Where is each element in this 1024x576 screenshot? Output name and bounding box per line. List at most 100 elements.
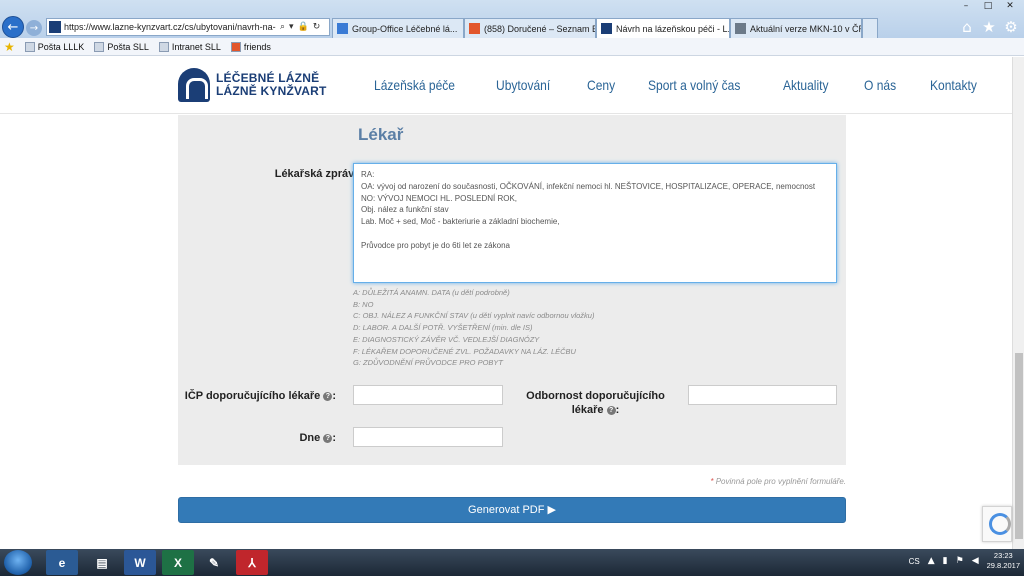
- taskbar-paint-icon[interactable]: ✎: [198, 550, 230, 575]
- lock-icon[interactable]: 🔒: [298, 22, 309, 32]
- specialty-label: Odbornost doporučujícího lékaře ?:: [520, 390, 671, 416]
- hint-line: B: NO: [353, 299, 374, 309]
- tab-mkn-10[interactable]: Aktuální verze MKN-10 v ČR | ...: [730, 18, 862, 38]
- icp-input[interactable]: [353, 385, 503, 405]
- clock-time: 23:23: [993, 551, 1013, 560]
- nav-ceny[interactable]: Ceny: [587, 77, 615, 93]
- hint-line: D: LABOR. A DALŠÍ POTŘ. VYŠETŘENÍ (min. …: [353, 323, 533, 333]
- tab-group-office[interactable]: Group-Office Léčebné lá...: [332, 18, 464, 38]
- tab-seznam-email[interactable]: (858) Doručené – Seznam Email: [464, 18, 596, 38]
- dropdown-icon[interactable]: ▾: [289, 22, 294, 32]
- tab-title: Group-Office Léčebné lá...: [352, 23, 458, 34]
- help-icon[interactable]: ?: [606, 405, 616, 415]
- tab-favicon-icon: [469, 23, 480, 34]
- network-icon[interactable]: ▮: [943, 556, 948, 566]
- icp-label-text: IČP doporučujícího lékaře: [184, 390, 321, 402]
- favorites-star-icon[interactable]: ★: [4, 40, 15, 54]
- volume-icon[interactable]: ◀: [972, 556, 979, 566]
- nav-sport[interactable]: Sport a volný čas: [648, 77, 740, 93]
- label-colon: :: [615, 404, 620, 416]
- system-tray: CS ▲ ▮ ⚑ ◀ 23:23 29.8.2017: [909, 551, 1020, 571]
- taskbar-word-icon[interactable]: W: [124, 550, 156, 575]
- date-input[interactable]: [353, 427, 503, 447]
- forward-button[interactable]: →: [26, 20, 42, 36]
- site-favicon-icon: [49, 21, 61, 33]
- taskbar-ie-icon[interactable]: e: [46, 550, 78, 575]
- browser-titlebar: – □ ✕ ← → https://www.lazne-kynzvart.cz/…: [0, 0, 1024, 38]
- report-label: Lékařská zpráva:: [274, 168, 364, 180]
- scrollbar-thumb[interactable]: [1015, 353, 1023, 539]
- specialty-label-line-2: lékaře: [571, 404, 604, 416]
- recaptcha-badge[interactable]: [982, 506, 1012, 542]
- specialty-label-line-1: Odbornost doporučujícího: [526, 390, 665, 402]
- refresh-icon[interactable]: ↻: [313, 22, 321, 32]
- site-header: LÉČEBNÉ LÁZNĚ LÁZNĚ KYNŽVART Lázeňská pé…: [0, 57, 1012, 114]
- medical-report-textarea[interactable]: RA: OA: vývoj od narození do současnosti…: [353, 163, 837, 283]
- favorite-intranet-sll[interactable]: Intranet SLL: [158, 41, 221, 52]
- favorite-posta-sll[interactable]: Pošta SLL: [94, 41, 149, 52]
- site-logo[interactable]: LÉČEBNÉ LÁZNĚ LÁZNĚ KYNŽVART: [178, 68, 327, 102]
- icp-label: IČP doporučujícího lékaře ?:: [180, 390, 336, 402]
- flag-icon[interactable]: ⚑: [956, 556, 964, 566]
- tab-strip: Group-Office Léčebné lá... (858) Doručen…: [332, 18, 878, 38]
- clock-date: 29.8.2017: [986, 561, 1020, 570]
- start-button[interactable]: [4, 550, 32, 575]
- help-icon[interactable]: ?: [323, 391, 333, 401]
- favorite-label: Pošta LLLK: [37, 41, 85, 52]
- nav-ubytovani[interactable]: Ubytování: [496, 77, 550, 93]
- nav-lazenska-pece[interactable]: Lázeňská péče: [374, 77, 455, 93]
- maximize-button[interactable]: □: [978, 0, 998, 12]
- nav-kontakty[interactable]: Kontakty: [930, 77, 977, 93]
- favorite-posta-lllk[interactable]: Pošta LLLK: [24, 41, 85, 52]
- tab-favicon-icon: [601, 23, 612, 34]
- tab-navrh-lazenska-pece[interactable]: Návrh na lázeňskou péči - L... ✕: [596, 18, 730, 38]
- generate-pdf-button[interactable]: Generovat PDF ▶: [178, 497, 846, 523]
- tab-title: Návrh na lázeňskou péči - L...: [616, 23, 730, 34]
- home-icon[interactable]: ⌂: [958, 18, 976, 36]
- page-icon: [230, 41, 241, 52]
- required-note: * Povinná pole pro vyplnění formuláře.: [710, 477, 846, 486]
- close-window-button[interactable]: ✕: [1000, 0, 1020, 12]
- required-star: *: [710, 477, 714, 486]
- help-icon[interactable]: ?: [323, 433, 333, 443]
- tray-arrow-icon[interactable]: ▲: [928, 556, 935, 566]
- tab-favicon-icon: [337, 23, 348, 34]
- tab-title: Aktuální verze MKN-10 v ČR | ...: [750, 23, 861, 34]
- hint-line: G: ZDŮVODNĚNÍ PRŮVODCE PRO POBYT: [353, 358, 504, 368]
- favorite-label: Pošta SLL: [107, 41, 149, 52]
- page-icon: [94, 41, 105, 52]
- language-indicator[interactable]: CS: [909, 557, 920, 566]
- favorite-label: friends: [243, 41, 271, 52]
- url-text[interactable]: https://www.lazne-kynzvart.cz/cs/ubytova…: [64, 22, 276, 32]
- date-label-text: Dne: [299, 432, 321, 444]
- specialty-input[interactable]: [688, 385, 837, 405]
- back-button[interactable]: ←: [2, 16, 24, 38]
- taskbar-explorer-icon[interactable]: ▤: [86, 550, 118, 575]
- address-bar[interactable]: https://www.lazne-kynzvart.cz/cs/ubytova…: [46, 18, 330, 36]
- taskbar-acrobat-icon[interactable]: ⅄: [236, 550, 268, 575]
- nav-aktuality[interactable]: Aktuality: [783, 77, 829, 93]
- settings-gear-icon[interactable]: ⚙: [1002, 18, 1020, 36]
- taskbar-excel-icon[interactable]: X: [162, 550, 194, 575]
- page-icon: [24, 41, 35, 52]
- favorites-star-icon[interactable]: ★: [980, 18, 998, 36]
- favorites-bar: ★ Pošta LLLK Pošta SLL Intranet SLL frie…: [0, 38, 1024, 56]
- required-note-text: Povinná pole pro vyplnění formuláře.: [715, 477, 846, 486]
- minimize-button[interactable]: –: [956, 0, 976, 12]
- page-scrollbar[interactable]: [1012, 57, 1024, 549]
- label-colon: :: [332, 390, 336, 402]
- hint-line: F: LÉKAŘEM DOPORUČENÉ ZVL. POŽADAVKY NA …: [353, 346, 576, 356]
- new-tab-button[interactable]: [862, 18, 878, 38]
- hint-line: C: OBJ. NÁLEZ A FUNKČNÍ STAV (u dětí vyp…: [353, 311, 595, 321]
- favorite-label: Intranet SLL: [171, 41, 221, 52]
- favorite-friends[interactable]: friends: [230, 41, 271, 52]
- search-icon[interactable]: ⌕: [280, 22, 285, 32]
- tab-title: (858) Doručené – Seznam Email: [484, 23, 595, 34]
- window-controls: – □ ✕: [956, 0, 1020, 12]
- label-colon: :: [332, 432, 336, 444]
- clock[interactable]: 23:23 29.8.2017: [987, 551, 1020, 571]
- hint-line: E: DIAGNOSTICKÝ ZÁVĚR VČ. VEDLEJŠÍ DIAGN…: [353, 334, 540, 344]
- logo-line-2: LÁZNĚ KYNŽVART: [216, 84, 327, 98]
- date-label: Dne ?:: [280, 432, 336, 444]
- nav-o-nas[interactable]: O nás: [864, 77, 896, 93]
